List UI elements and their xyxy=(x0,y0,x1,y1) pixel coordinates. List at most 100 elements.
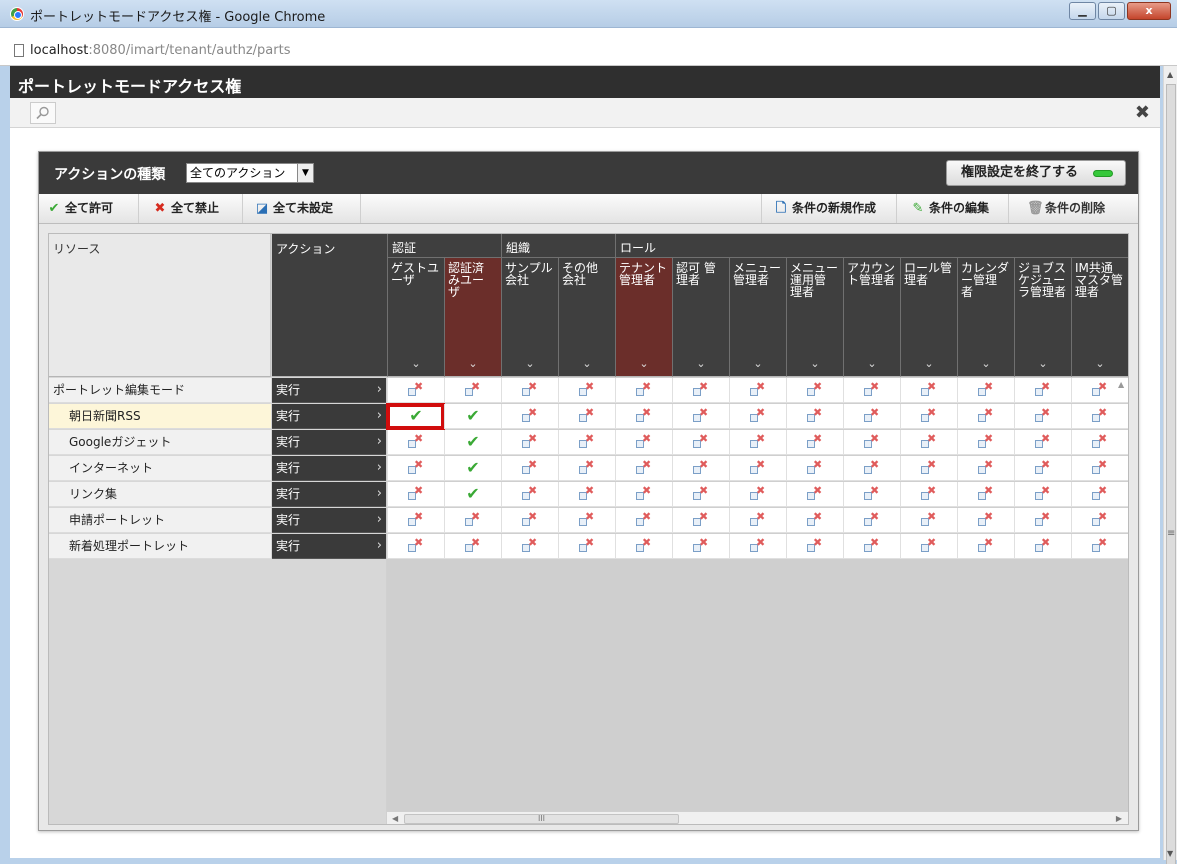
permission-cell-unset[interactable]: ✖ xyxy=(729,430,786,455)
permission-cell-unset[interactable]: ✖ xyxy=(387,534,444,559)
permission-cell-unset[interactable]: ✖ xyxy=(444,508,501,533)
permission-cell-unset[interactable]: ✖ xyxy=(387,456,444,481)
column-header-10[interactable]: カレンダ ー管理 者 ⌄ xyxy=(957,258,1014,377)
permission-cell-unset[interactable]: ✖ xyxy=(843,456,900,481)
permission-cell-unset[interactable]: ✖ xyxy=(786,430,843,455)
delete-condition-button[interactable]: 🗑条件の削除 xyxy=(1009,194,1138,223)
permission-cell-unset[interactable]: ✖ xyxy=(444,534,501,559)
permission-cell-unset[interactable]: ✖ xyxy=(729,404,786,429)
permission-cell-unset[interactable]: ✖ xyxy=(843,508,900,533)
grid-scroll-thumb[interactable]: III xyxy=(404,814,679,824)
chevron-down-icon[interactable]: ⌄ xyxy=(787,358,843,370)
page-scrollbar[interactable]: ▲ ≡ ▼ xyxy=(1163,66,1177,864)
unset-all-button[interactable]: ◪ 全て未設定 xyxy=(243,194,361,223)
permission-cell-unset[interactable]: ✖ xyxy=(1014,430,1071,455)
resource-name[interactable]: Googleガジェット xyxy=(49,430,271,455)
permission-cell-unset[interactable]: ✖ xyxy=(729,534,786,559)
column-header-4[interactable]: テナント 管理者 ⌄ xyxy=(615,258,672,377)
column-header-1[interactable]: 認証済 みユー ザ ⌄ xyxy=(444,258,501,377)
permission-cell-unset[interactable]: ✖ xyxy=(786,404,843,429)
chevron-down-icon[interactable]: ⌄ xyxy=(559,358,615,370)
chevron-down-icon[interactable]: ⌄ xyxy=(901,358,957,370)
scroll-right-icon[interactable]: ▶ xyxy=(1116,814,1122,823)
minimize-button[interactable]: ▁ xyxy=(1069,2,1096,20)
column-header-7[interactable]: メニュー 運用管 理者 ⌄ xyxy=(786,258,843,377)
scroll-left-icon[interactable]: ◀ xyxy=(392,814,398,823)
action-cell[interactable]: 実行 › xyxy=(272,534,386,559)
permission-cell-unset[interactable]: ✖ xyxy=(1014,456,1071,481)
permission-cell-unset[interactable]: ✖ xyxy=(672,508,729,533)
edit-condition-button[interactable]: ✎ 条件の編集 xyxy=(897,194,1009,223)
permission-cell-unset[interactable]: ✖ xyxy=(501,534,558,559)
permission-cell-unset[interactable]: ✖ xyxy=(615,456,672,481)
chevron-down-icon[interactable]: ⌄ xyxy=(445,358,501,370)
permission-cell-unset[interactable]: ✖ xyxy=(615,508,672,533)
permission-cell-unset[interactable]: ✖ xyxy=(1071,482,1128,507)
scrollbar-thumb[interactable] xyxy=(1166,84,1176,864)
chevron-down-icon[interactable]: ⌄ xyxy=(673,358,729,370)
permission-cell-unset[interactable]: ✖ xyxy=(1014,404,1071,429)
permission-cell-allowed[interactable]: ✔ xyxy=(444,482,501,507)
chevron-down-icon[interactable]: ⌄ xyxy=(502,358,558,370)
permission-cell-allowed[interactable]: ✔ xyxy=(444,404,501,429)
permission-cell-unset[interactable]: ✖ xyxy=(729,456,786,481)
chevron-down-icon[interactable]: ⌄ xyxy=(844,358,900,370)
permission-cell-allowed[interactable]: ✔ xyxy=(444,430,501,455)
resource-name[interactable]: インターネット xyxy=(49,456,271,481)
scroll-down-icon[interactable]: ▼ xyxy=(1167,849,1173,858)
action-cell[interactable]: 実行 › xyxy=(272,404,386,429)
resource-name[interactable]: 朝日新聞RSS xyxy=(49,404,271,429)
permission-cell-unset[interactable]: ✖ xyxy=(558,430,615,455)
chevron-down-icon[interactable]: ⌄ xyxy=(1015,358,1071,370)
maximize-button[interactable]: ▢ xyxy=(1098,2,1125,20)
chevron-down-icon[interactable]: ⌄ xyxy=(1072,358,1128,370)
permission-cell-unset[interactable]: ✖ xyxy=(843,378,900,403)
permission-cell-unset[interactable]: ✖ xyxy=(672,482,729,507)
resource-name[interactable]: 新着処理ポートレット xyxy=(49,534,271,559)
allow-all-button[interactable]: ✔ 全て許可 xyxy=(39,194,139,223)
column-header-11[interactable]: ジョブス ケジュー ラ管理者 ⌄ xyxy=(1014,258,1071,377)
permission-cell-unset[interactable]: ✖ xyxy=(843,482,900,507)
permission-cell-unset[interactable]: ✖ xyxy=(786,508,843,533)
permission-cell-unset[interactable]: ✖ xyxy=(558,404,615,429)
permission-cell-unset[interactable]: ✖ xyxy=(387,430,444,455)
permission-cell-unset[interactable]: ✖ xyxy=(843,534,900,559)
permission-cell-unset[interactable]: ✖ xyxy=(1071,456,1128,481)
chevron-down-icon[interactable]: ▼ xyxy=(297,164,313,182)
new-condition-button[interactable]: 🗋 条件の新規作成 xyxy=(761,194,897,223)
end-permission-settings-button[interactable]: 権限設定を終了する xyxy=(946,160,1126,186)
permission-cell-unset[interactable]: ✖ xyxy=(1071,404,1128,429)
permission-cell-unset[interactable]: ✖ xyxy=(900,482,957,507)
permission-cell-unset[interactable]: ✖ xyxy=(786,482,843,507)
permission-cell-unset[interactable]: ✖ xyxy=(558,482,615,507)
deny-all-button[interactable]: ✖ 全て禁止 xyxy=(139,194,243,223)
action-type-select[interactable]: 全てのアクション ▼ xyxy=(186,163,314,183)
permission-cell-unset[interactable]: ✖ xyxy=(1014,378,1071,403)
chevron-down-icon[interactable]: ⌄ xyxy=(616,358,672,370)
permission-cell-unset[interactable]: ✖ xyxy=(786,456,843,481)
action-cell[interactable]: 実行 › xyxy=(272,456,386,481)
permission-cell-unset[interactable]: ✖ xyxy=(786,378,843,403)
column-header-8[interactable]: アカウン ト管理者 ⌄ xyxy=(843,258,900,377)
close-window-button[interactable]: x xyxy=(1127,2,1171,20)
permission-cell-unset[interactable]: ✖ xyxy=(729,482,786,507)
permission-cell-unset[interactable]: ✖ xyxy=(843,404,900,429)
permission-cell-unset[interactable]: ✖ xyxy=(501,508,558,533)
chevron-down-icon[interactable]: ⌄ xyxy=(388,358,444,370)
search-button[interactable] xyxy=(30,102,56,124)
permission-cell-unset[interactable]: ✖ xyxy=(957,456,1014,481)
permission-cell-unset[interactable]: ✖ xyxy=(729,508,786,533)
resource-name[interactable]: ポートレット編集モード xyxy=(49,378,271,403)
permission-cell-unset[interactable]: ✖ xyxy=(558,534,615,559)
permission-cell-unset[interactable]: ✖ xyxy=(615,378,672,403)
permission-cell-unset[interactable]: ✖ xyxy=(672,378,729,403)
permission-cell-unset[interactable]: ✖ xyxy=(387,482,444,507)
action-cell[interactable]: 実行 › xyxy=(272,508,386,533)
column-header-12[interactable]: IM共通 マスタ管 理者 ⌄ xyxy=(1071,258,1128,377)
permission-cell-unset[interactable]: ✖ xyxy=(900,534,957,559)
permission-cell-unset[interactable]: ✖ xyxy=(900,508,957,533)
permission-cell-unset[interactable]: ✖ xyxy=(786,534,843,559)
permission-cell-unset[interactable]: ✖ xyxy=(957,482,1014,507)
permission-cell-allowed[interactable]: ✔ xyxy=(444,456,501,481)
permission-cell-unset[interactable]: ✖ xyxy=(615,482,672,507)
